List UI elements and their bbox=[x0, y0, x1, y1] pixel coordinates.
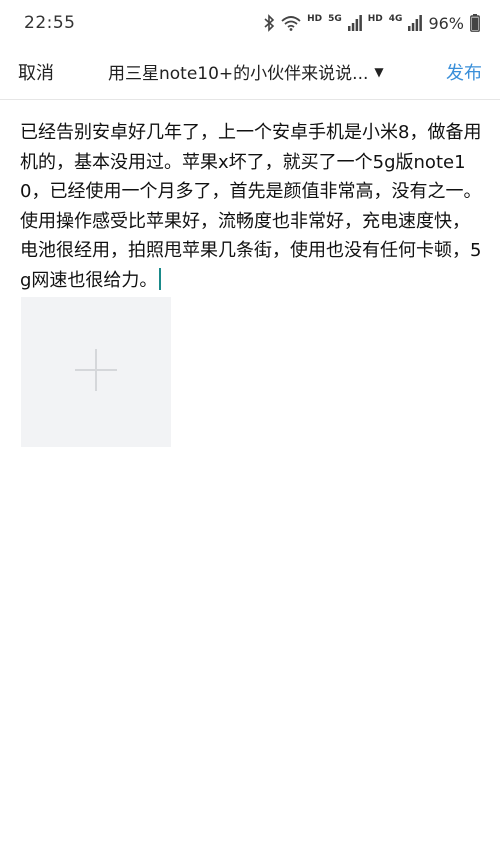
status-icons: HD 5G HD 4G 96% bbox=[263, 14, 480, 33]
cancel-button[interactable]: 取消 bbox=[18, 59, 54, 85]
post-text-editor[interactable]: 已经告别安卓好几年了，上一个安卓手机是小米8，做备用机的，基本没用过。苹果x坏了… bbox=[20, 118, 484, 295]
network-5g-label: 5G bbox=[328, 13, 342, 24]
signal-icon bbox=[408, 15, 423, 31]
hd-label-2: HD bbox=[367, 13, 383, 24]
wifi-icon bbox=[281, 15, 301, 31]
status-bar: 22:55 HD 5G HD 4G 96% bbox=[0, 0, 500, 46]
add-image-button[interactable] bbox=[21, 297, 171, 447]
plus-icon bbox=[73, 347, 119, 397]
battery-level: 96% bbox=[428, 13, 464, 33]
chevron-down-icon: ▼ bbox=[374, 64, 384, 79]
topic-dropdown-label: 用三星note10+的小伙伴来说说... bbox=[108, 64, 369, 84]
app-header: 取消 用三星note10+的小伙伴来说说... ▼ 发布 bbox=[0, 46, 500, 100]
post-text: 已经告别安卓好几年了，上一个安卓手机是小米8，做备用机的，基本没用过。苹果x坏了… bbox=[20, 122, 482, 291]
bluetooth-icon bbox=[263, 14, 275, 32]
battery-icon bbox=[470, 14, 480, 32]
network-4g-label: 4G bbox=[388, 13, 403, 24]
signal-icon bbox=[347, 15, 362, 31]
publish-button[interactable]: 发布 bbox=[446, 59, 482, 85]
topic-dropdown[interactable]: 用三星note10+的小伙伴来说说... ▼ bbox=[108, 59, 398, 84]
status-time: 22:55 bbox=[24, 13, 76, 33]
text-cursor bbox=[159, 267, 162, 290]
hd-label-1: HD bbox=[307, 13, 323, 24]
